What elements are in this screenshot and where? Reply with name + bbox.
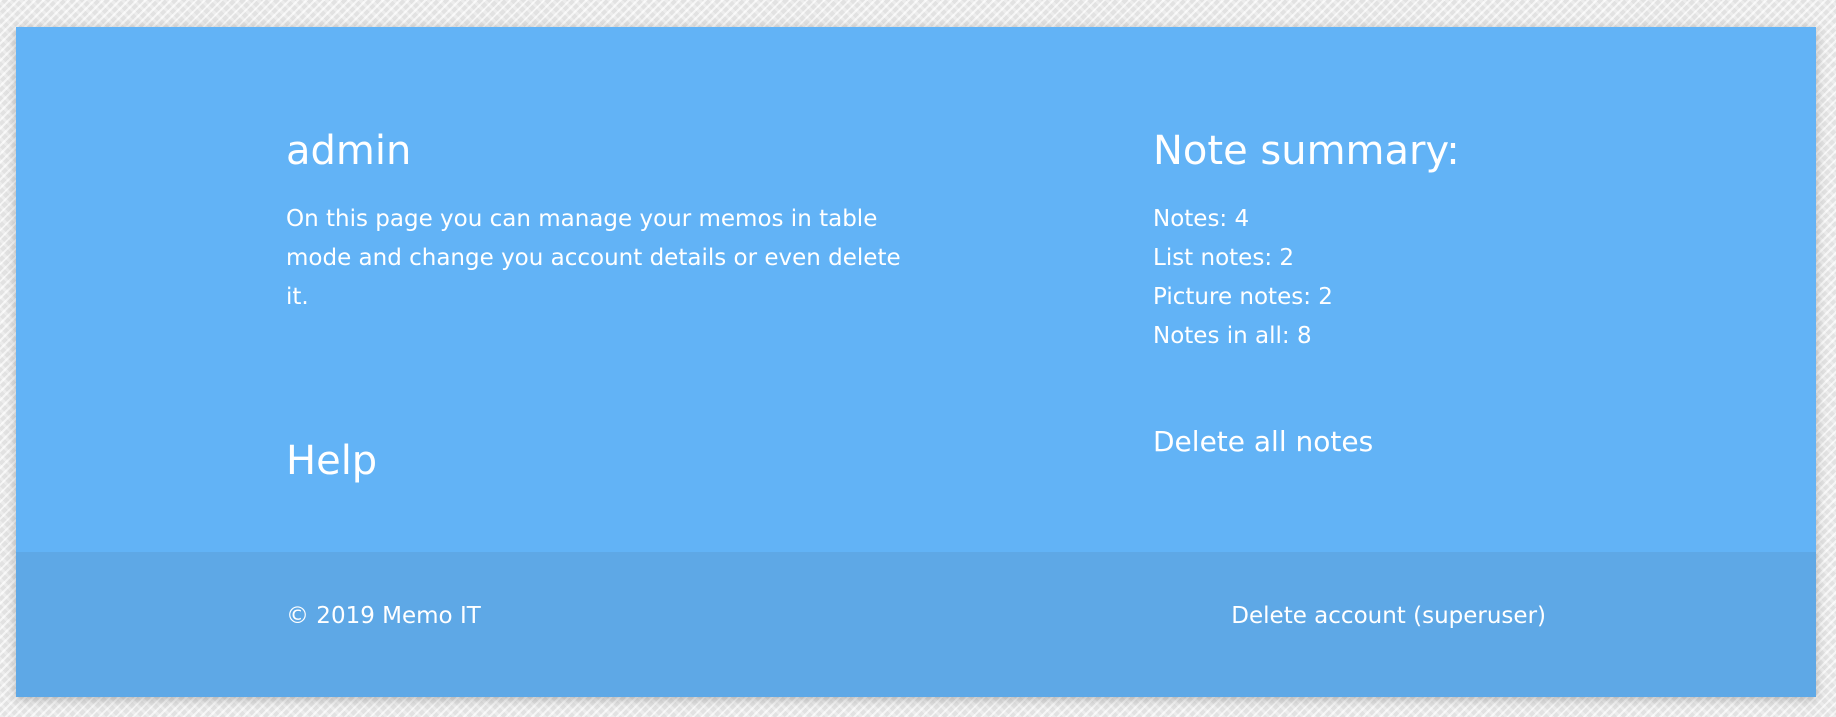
summary-label: Notes: [1153, 206, 1228, 232]
summary-label: List notes: [1153, 245, 1273, 271]
summary-item-picture-notes: Picture notes: 2 [1153, 278, 1333, 317]
note-summary-heading: Note summary: [1153, 128, 1460, 174]
summary-label: Picture notes: [1153, 284, 1311, 310]
summary-value: 2 [1318, 284, 1333, 310]
profile-card: admin On this page you can manage your m… [16, 27, 1816, 697]
copyright-text: © 2019 Memo IT [286, 603, 481, 629]
delete-account-link[interactable]: Delete account (superuser) [1231, 602, 1546, 632]
note-summary-list: Notes: 4 List notes: 2 Picture notes: 2 … [1153, 200, 1333, 356]
delete-all-notes-link[interactable]: Delete all notes [1153, 425, 1373, 459]
help-link[interactable]: Help [286, 437, 377, 485]
summary-value: 4 [1234, 206, 1250, 232]
summary-label: Notes in all: [1153, 323, 1290, 349]
main-panel: admin On this page you can manage your m… [16, 27, 1816, 552]
summary-item-notes-in-all: Notes in all: 8 [1153, 317, 1333, 356]
page-description: On this page you can manage your memos i… [286, 206, 901, 310]
summary-value: 2 [1279, 245, 1295, 271]
footer: © 2019 Memo IT Delete account (superuser… [16, 552, 1816, 697]
summary-value: 8 [1296, 323, 1312, 349]
summary-item-list-notes: List notes: 2 [1153, 239, 1333, 278]
summary-item-notes: Notes: 4 [1153, 200, 1333, 239]
username-heading: admin [286, 128, 412, 174]
